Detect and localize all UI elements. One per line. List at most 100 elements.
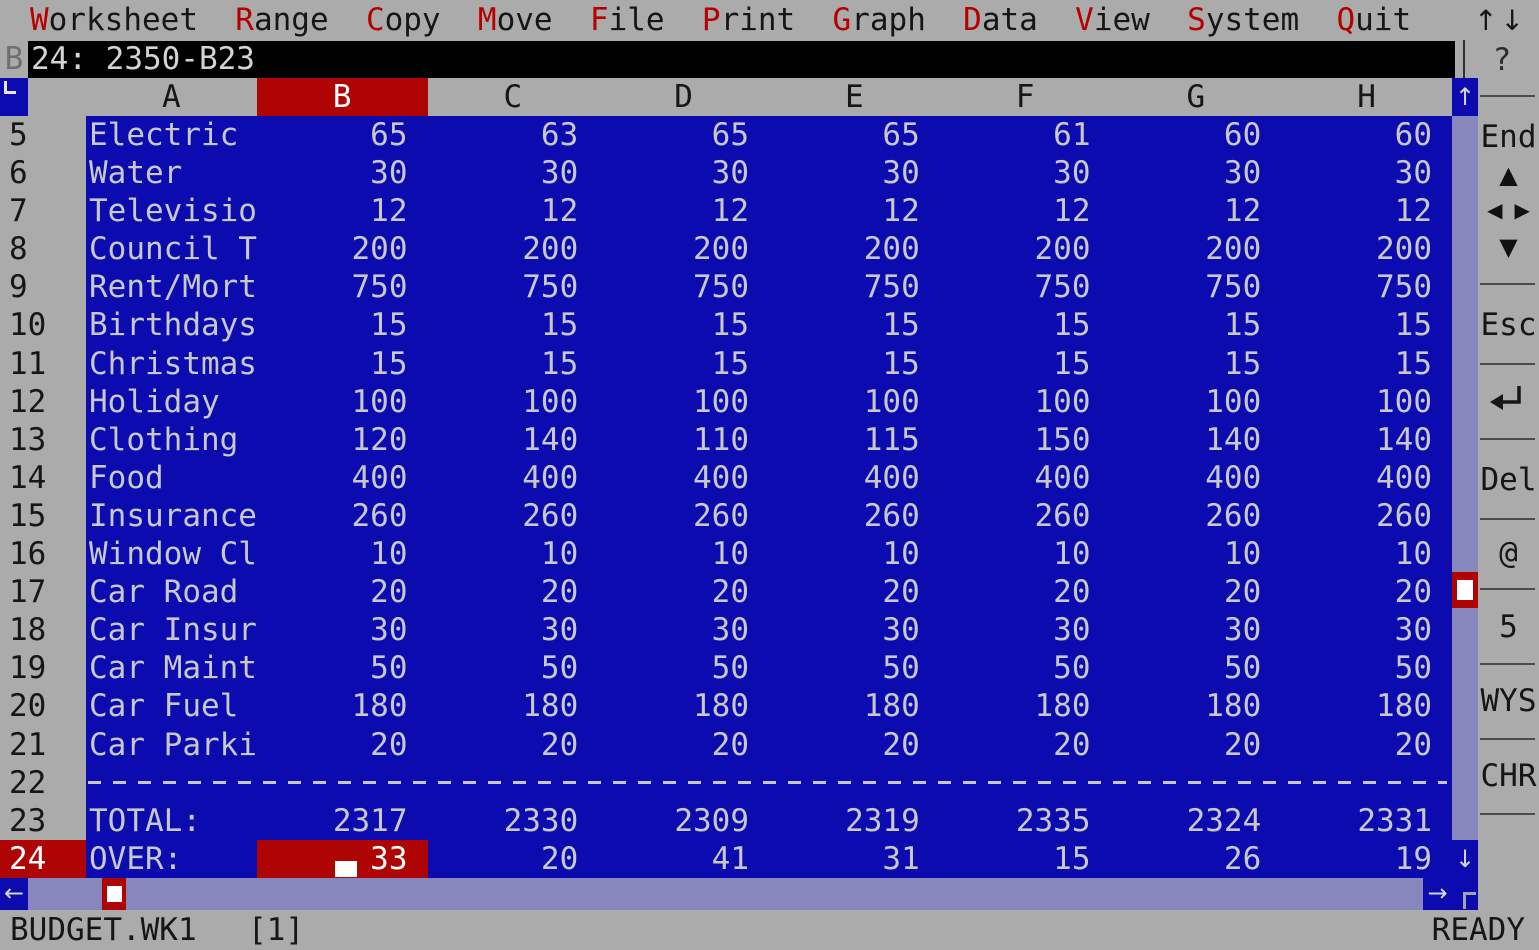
cell-H12[interactable]: 100	[1281, 383, 1452, 421]
cell-A6[interactable]: Water	[86, 154, 257, 192]
cell-F23[interactable]: 2335	[940, 802, 1111, 840]
cell-B12[interactable]: 100	[257, 383, 428, 421]
cell-D5[interactable]: 65	[598, 116, 769, 154]
horizontal-scroll-thumb[interactable]	[102, 878, 126, 910]
row-header-8[interactable]: 8	[0, 230, 86, 268]
cell-E11[interactable]: 15	[769, 345, 940, 383]
cell-D15[interactable]: 260	[598, 497, 769, 535]
menu-item-range[interactable]: Range	[235, 0, 328, 40]
up-arrow-button[interactable]: ▲	[1478, 160, 1539, 190]
cell-G17[interactable]: 20	[1111, 573, 1282, 611]
cell-F14[interactable]: 400	[940, 459, 1111, 497]
cell-H8[interactable]: 200	[1281, 230, 1452, 268]
menu-item-system[interactable]: System	[1187, 0, 1299, 40]
cell-D19[interactable]: 50	[598, 649, 769, 687]
row-header-5[interactable]: 5	[0, 116, 86, 154]
row-header-21[interactable]: 21	[0, 726, 86, 764]
cell-F13[interactable]: 150	[940, 421, 1111, 459]
cell-B7[interactable]: 12	[257, 192, 428, 230]
cell-A12[interactable]: Holiday	[86, 383, 257, 421]
cell-G9[interactable]: 750	[1111, 268, 1282, 306]
menu-item-print[interactable]: Print	[702, 0, 795, 40]
cell-C24[interactable]: 20	[428, 840, 599, 878]
cell-D7[interactable]: 12	[598, 192, 769, 230]
cell-B9[interactable]: 750	[257, 268, 428, 306]
menu-item-file[interactable]: File	[590, 0, 665, 40]
column-header-F[interactable]: F	[940, 78, 1111, 116]
cell-G19[interactable]: 50	[1111, 649, 1282, 687]
wysiwyg-button[interactable]: WYS	[1478, 682, 1539, 720]
cell-A17[interactable]: Car Road	[86, 573, 257, 611]
scroll-indicator-icon[interactable]: ↑↓	[1474, 0, 1527, 40]
cell-A16[interactable]: Window Cl	[86, 535, 257, 573]
cell-G10[interactable]: 15	[1111, 306, 1282, 344]
cell-C15[interactable]: 260	[428, 497, 599, 535]
menu-item-copy[interactable]: Copy	[366, 0, 441, 40]
del-button[interactable]: Del	[1478, 461, 1539, 499]
cell-C16[interactable]: 10	[428, 535, 599, 573]
cell-G24[interactable]: 26	[1111, 840, 1282, 878]
cell-B11[interactable]: 15	[257, 345, 428, 383]
cell-A24[interactable]: OVER:	[86, 840, 257, 878]
horizontal-scroll-track[interactable]	[28, 878, 1423, 910]
column-header-G[interactable]: G	[1111, 78, 1282, 116]
esc-button[interactable]: Esc	[1478, 306, 1539, 344]
row-header-17[interactable]: 17	[0, 573, 86, 611]
cell-D23[interactable]: 2309	[598, 802, 769, 840]
cell-A19[interactable]: Car Maint	[86, 649, 257, 687]
cell-F19[interactable]: 50	[940, 649, 1111, 687]
cell-C21[interactable]: 20	[428, 726, 599, 764]
cell-C20[interactable]: 180	[428, 687, 599, 725]
cell-D13[interactable]: 110	[598, 421, 769, 459]
cell-A11[interactable]: Christmas	[86, 345, 257, 383]
left-right-arrow-buttons[interactable]: ◀ ▶	[1478, 195, 1539, 225]
cell-C7[interactable]: 12	[428, 192, 599, 230]
cell-F9[interactable]: 750	[940, 268, 1111, 306]
cell-C11[interactable]: 15	[428, 345, 599, 383]
row-header-11[interactable]: 11	[0, 345, 86, 383]
vertical-scroll-thumb[interactable]	[1452, 572, 1478, 608]
worksheet-corner-button[interactable]	[0, 78, 28, 116]
menu-item-view[interactable]: View	[1075, 0, 1150, 40]
cell-D18[interactable]: 30	[598, 611, 769, 649]
cell-E19[interactable]: 50	[769, 649, 940, 687]
cell-H16[interactable]: 10	[1281, 535, 1452, 573]
cell-D24[interactable]: 41	[598, 840, 769, 878]
cell-E6[interactable]: 30	[769, 154, 940, 192]
cell-G15[interactable]: 260	[1111, 497, 1282, 535]
cell-C23[interactable]: 2330	[428, 802, 599, 840]
cell-D16[interactable]: 10	[598, 535, 769, 573]
cell-H11[interactable]: 15	[1281, 345, 1452, 383]
cell-G5[interactable]: 60	[1111, 116, 1282, 154]
end-button[interactable]: End	[1478, 118, 1539, 156]
cell-G21[interactable]: 20	[1111, 726, 1282, 764]
cell-C19[interactable]: 50	[428, 649, 599, 687]
column-header-A[interactable]: A	[86, 78, 257, 116]
cell-D8[interactable]: 200	[598, 230, 769, 268]
cell-E10[interactable]: 15	[769, 306, 940, 344]
cell-B5[interactable]: 65	[257, 116, 428, 154]
cell-A23[interactable]: TOTAL:	[86, 802, 257, 840]
cell-A5[interactable]: Electric	[86, 116, 257, 154]
row-header-14[interactable]: 14	[0, 459, 86, 497]
cell-C14[interactable]: 400	[428, 459, 599, 497]
at-button[interactable]: @	[1478, 534, 1539, 572]
cell-B18[interactable]: 30	[257, 611, 428, 649]
cell-G18[interactable]: 30	[1111, 611, 1282, 649]
cell-H20[interactable]: 180	[1281, 687, 1452, 725]
cell-H14[interactable]: 400	[1281, 459, 1452, 497]
cell-C18[interactable]: 30	[428, 611, 599, 649]
cell-F15[interactable]: 260	[940, 497, 1111, 535]
enter-button[interactable]	[1488, 383, 1529, 417]
scroll-down-button[interactable]: ↓	[1452, 840, 1478, 878]
cell-B17[interactable]: 20	[257, 573, 428, 611]
cell-G13[interactable]: 140	[1111, 421, 1282, 459]
cell-B21[interactable]: 20	[257, 726, 428, 764]
column-header-B[interactable]: B	[257, 78, 428, 116]
cell-H21[interactable]: 20	[1281, 726, 1452, 764]
cell-F21[interactable]: 20	[940, 726, 1111, 764]
cell-F18[interactable]: 30	[940, 611, 1111, 649]
cell-E13[interactable]: 115	[769, 421, 940, 459]
cell-C10[interactable]: 15	[428, 306, 599, 344]
cell-E16[interactable]: 10	[769, 535, 940, 573]
